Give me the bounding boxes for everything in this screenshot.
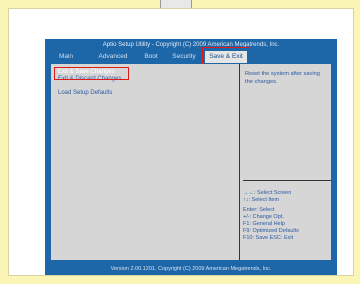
help-text: Reset the system after saving the change…: [245, 71, 320, 85]
content-panel: Exit & Save Changes Exit & Discard Chang…: [51, 64, 331, 260]
menu-item-load-setup-defaults[interactable]: Load Setup Defaults: [58, 89, 112, 97]
key-enter: Enter: Select: [243, 207, 275, 213]
help-divider: [243, 180, 331, 181]
help-pane: Reset the system after saving the change…: [240, 64, 331, 260]
tab-boot[interactable]: Boot: [137, 51, 165, 63]
bios-title: Aptio Setup Utility - Copyright (C) 2009…: [102, 42, 280, 48]
tab-advanced[interactable]: Advanced: [91, 51, 135, 63]
key-f9: F9: Optimized Defaults: [243, 228, 299, 234]
options-pane: Exit & Save Changes Exit & Discard Chang…: [51, 64, 240, 260]
bios-footer: Version 2.00.1201. Copyright (C) 2009 Am…: [110, 266, 272, 272]
key-select-screen: →←: Select Screen: [243, 190, 292, 196]
key-legend: →←: Select Screen ↑↓: Select Item Enter:…: [243, 190, 331, 242]
bios-setup-screen: Aptio Setup Utility - Copyright (C) 2009…: [45, 39, 337, 275]
key-f10-esc: F10: Save ESC: Exit: [243, 235, 294, 241]
key-change-opt: +/-: Change Opt.: [243, 214, 284, 220]
key-f1: F1: General Help: [243, 221, 285, 227]
key-select-item: ↑↓: Select Item: [243, 197, 280, 203]
tab-security[interactable]: Security: [165, 51, 203, 63]
item-highlight-box: [54, 67, 129, 80]
menu-bar: Main Advanced Boot Security Save & Exit: [45, 50, 337, 64]
tab-main[interactable]: Main: [51, 51, 81, 63]
screenshot-frame: Aptio Setup Utility - Copyright (C) 2009…: [8, 8, 354, 276]
